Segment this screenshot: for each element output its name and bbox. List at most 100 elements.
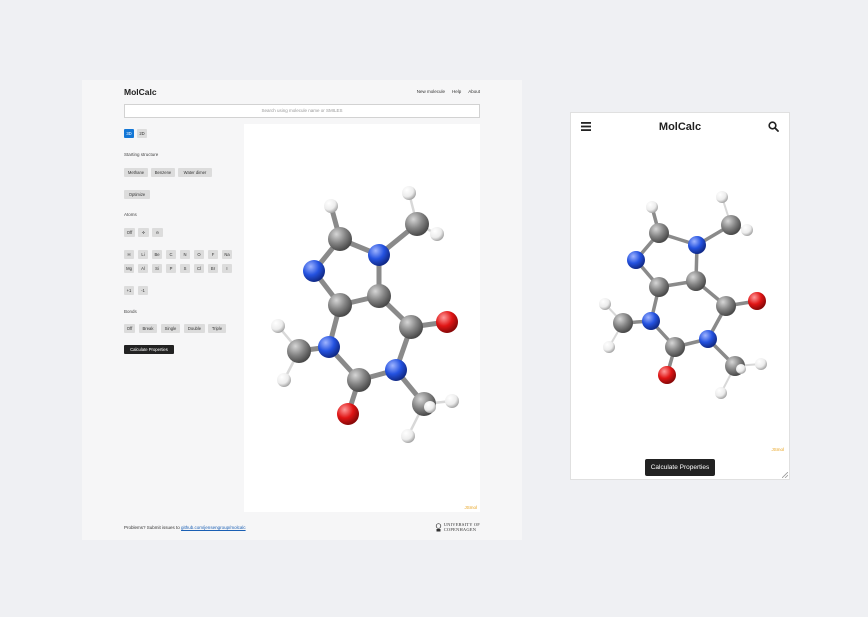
- methane-button[interactable]: Methane: [124, 168, 148, 177]
- element-button[interactable]: Al: [138, 264, 148, 273]
- nav-about[interactable]: About: [468, 89, 480, 94]
- carbon-atom: [716, 296, 736, 316]
- nitrogen-atom: [642, 312, 660, 330]
- water-dimer-button[interactable]: Water dimer: [178, 168, 212, 177]
- carbon-atom: [665, 337, 685, 357]
- nitrogen-atom: [368, 244, 390, 266]
- element-button[interactable]: Cl: [194, 264, 204, 273]
- brand-logo[interactable]: MolCalc: [124, 87, 157, 97]
- atoms-label: Atoms: [124, 212, 137, 217]
- mobile-brand[interactable]: MolCalc: [571, 121, 789, 133]
- element-button[interactable]: F: [208, 250, 218, 259]
- jsmol-credit-mobile[interactable]: JSmol: [771, 447, 784, 452]
- bond-double-button[interactable]: Double: [184, 324, 205, 333]
- hydrogen-atom: [603, 341, 615, 353]
- desktop-view: MolCalc New molecule Help About Search u…: [82, 80, 522, 540]
- carbon-atom: [649, 223, 669, 243]
- nitrogen-atom: [627, 251, 645, 269]
- carbon-atom: [686, 271, 706, 291]
- university-seal-icon: [435, 522, 441, 531]
- element-button[interactable]: H: [124, 250, 134, 259]
- hydrogen-atom: [445, 394, 459, 408]
- view-2d-button[interactable]: 2D: [137, 129, 147, 138]
- element-button[interactable]: P: [166, 264, 176, 273]
- nitrogen-atom: [699, 330, 717, 348]
- molecule-viewer[interactable]: JSmol: [244, 124, 480, 512]
- nitrogen-atom: [303, 260, 325, 282]
- hydrogen-atom: [424, 401, 436, 413]
- hydrogen-atom: [646, 201, 658, 213]
- carbon-atom: [328, 227, 352, 251]
- carbon-atom: [328, 293, 352, 317]
- hydrogen-atom: [741, 224, 753, 236]
- charge-minus-button[interactable]: -1: [138, 286, 148, 295]
- delete-atom-icon[interactable]: ⊖: [152, 228, 163, 237]
- carbon-atom: [287, 339, 311, 363]
- university-line2: COPENHAGEN: [443, 527, 477, 532]
- element-button[interactable]: Be: [152, 250, 162, 259]
- carbon-atom: [721, 215, 741, 235]
- footer-text: Problems? Submit issues to: [124, 525, 180, 530]
- element-button[interactable]: Li: [138, 250, 148, 259]
- molecule-3d-render[interactable]: [244, 124, 480, 512]
- charge-plus-button[interactable]: +1: [124, 286, 134, 295]
- carbon-atom: [613, 313, 633, 333]
- element-button[interactable]: Na: [222, 250, 232, 259]
- element-button[interactable]: I: [222, 264, 232, 273]
- calculate-properties-button-mobile[interactable]: Calculate Properties: [645, 459, 715, 476]
- resize-handle-icon[interactable]: [782, 472, 788, 478]
- nav-new-molecule[interactable]: New molecule: [417, 89, 445, 94]
- view-3d-button[interactable]: 3D: [124, 129, 134, 138]
- university-logo[interactable]: UNIVERSITY OF COPENHAGEN: [435, 522, 480, 532]
- element-button[interactable]: O: [194, 250, 204, 259]
- oxygen-atom: [337, 403, 359, 425]
- bond-triple-button[interactable]: Triple: [208, 324, 226, 333]
- hydrogen-atom: [277, 373, 291, 387]
- bond-off-button[interactable]: Off: [124, 324, 135, 333]
- element-button[interactable]: S: [180, 264, 190, 273]
- github-link[interactable]: github.com/jensengroup/molcalc: [181, 525, 246, 530]
- move-icon[interactable]: ✢: [138, 228, 149, 237]
- bond-break-button[interactable]: Break: [139, 324, 157, 333]
- carbon-atom: [649, 277, 669, 297]
- atom-off-button[interactable]: Off: [124, 228, 135, 237]
- oxygen-atom: [658, 366, 676, 384]
- element-button[interactable]: Br: [208, 264, 218, 273]
- carbon-atom: [367, 284, 391, 308]
- mobile-view: MolCalc JSmol Calculate Properties: [570, 112, 790, 480]
- carbon-atom: [405, 212, 429, 236]
- hydrogen-atom: [736, 364, 746, 374]
- hydrogen-atom: [271, 319, 285, 333]
- element-button[interactable]: C: [166, 250, 176, 259]
- hydrogen-atom: [715, 387, 727, 399]
- hydrogen-atom: [599, 298, 611, 310]
- hydrogen-atom: [401, 429, 415, 443]
- nav-help[interactable]: Help: [452, 89, 461, 94]
- search-input[interactable]: Search using molecule name or SMILES: [124, 104, 480, 118]
- element-button[interactable]: Mg: [124, 264, 134, 273]
- carbon-atom: [347, 368, 371, 392]
- bonds-label: Bonds: [124, 309, 137, 314]
- hydrogen-atom: [402, 186, 416, 200]
- bond-single-button[interactable]: Single: [161, 324, 180, 333]
- element-button[interactable]: N: [180, 250, 190, 259]
- hydrogen-atom: [324, 199, 338, 213]
- hydrogen-atom: [755, 358, 767, 370]
- element-button[interactable]: Si: [152, 264, 162, 273]
- hydrogen-atom: [716, 191, 728, 203]
- oxygen-atom: [748, 292, 766, 310]
- nitrogen-atom: [318, 336, 340, 358]
- nitrogen-atom: [385, 359, 407, 381]
- molecule-3d-render-mobile[interactable]: [571, 173, 789, 413]
- top-nav: New molecule Help About: [417, 89, 480, 94]
- nitrogen-atom: [688, 236, 706, 254]
- search-icon[interactable]: [768, 121, 779, 132]
- starting-structure-label: Starting structure: [124, 152, 159, 157]
- footer: Problems? Submit issues to github.com/je…: [124, 525, 246, 530]
- calculate-properties-button[interactable]: Calculate Properties: [124, 345, 174, 354]
- jsmol-credit[interactable]: JSmol: [464, 505, 477, 510]
- benzene-button[interactable]: Benzene: [151, 168, 175, 177]
- carbon-atom: [399, 315, 423, 339]
- hydrogen-atom: [430, 227, 444, 241]
- optimize-button[interactable]: Optimize: [124, 190, 150, 199]
